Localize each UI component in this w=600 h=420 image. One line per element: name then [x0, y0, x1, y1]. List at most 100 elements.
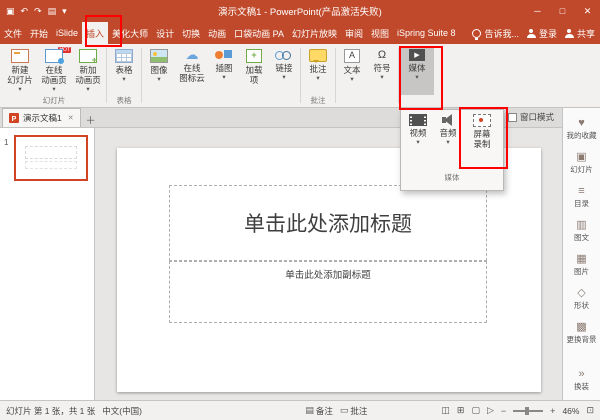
minimize-button[interactable]: ─: [525, 0, 550, 22]
notes-toggle[interactable]: ▤ 备注: [305, 405, 333, 417]
tab-file[interactable]: 文件: [0, 22, 26, 44]
title-placeholder[interactable]: 单击此处添加标题: [169, 185, 487, 261]
sidebar-item-text-image[interactable]: ▥ 图文: [563, 214, 600, 248]
dropdown-arrow-icon: ▾: [446, 138, 449, 147]
sidebar-item-slides[interactable]: ▣ 幻灯片: [563, 146, 600, 180]
comment-icon: [309, 49, 327, 62]
annotation-box-media-button: [399, 46, 443, 110]
links-button[interactable]: 链接 ▾: [269, 47, 299, 95]
redo-icon[interactable]: ↷: [34, 0, 42, 22]
sidebar-label: 我的收藏: [567, 130, 597, 141]
group-comments: 批注 ▾ 批注: [301, 44, 335, 107]
slide-thumbnail[interactable]: [14, 135, 88, 181]
favorites-icon: ♥: [578, 118, 585, 129]
sidebar-item-change-background[interactable]: ▩ 更换背景: [563, 316, 600, 350]
share-button[interactable]: 共享: [565, 27, 595, 40]
tab-animations[interactable]: 动画: [204, 22, 230, 44]
label: 图标云: [179, 73, 205, 83]
maximize-button[interactable]: □: [550, 0, 575, 22]
sidebar-label: 换装: [574, 381, 589, 392]
online-page-icon: [45, 49, 63, 63]
text-box-button[interactable]: 文本 ▾: [337, 47, 367, 95]
qat-customize-icon[interactable]: ▾: [62, 0, 67, 22]
document-tab[interactable]: 演示文稿1 ✕: [2, 108, 81, 127]
reading-view-icon[interactable]: ▢: [471, 405, 480, 416]
tab-transitions[interactable]: 切换: [178, 22, 204, 44]
normal-view-icon[interactable]: ◫: [441, 405, 450, 416]
save-icon[interactable]: ▣: [6, 0, 15, 22]
dropdown-arrow-icon: ▾: [282, 73, 285, 82]
zoom-slider[interactable]: [513, 410, 543, 412]
table-button[interactable]: 表格 ▾: [108, 47, 140, 95]
zoom-level[interactable]: 46%: [562, 406, 579, 416]
sign-in-button[interactable]: 登录: [527, 27, 557, 40]
label: 动画页: [75, 75, 101, 85]
comments-label: 批注: [350, 405, 367, 417]
zoom-out-icon[interactable]: −: [501, 406, 506, 416]
tab-islide[interactable]: iSlide: [52, 22, 82, 44]
start-slideshow-icon[interactable]: ▤: [48, 0, 57, 22]
addins-button[interactable]: 加载 项: [239, 47, 269, 95]
symbols-button[interactable]: 符号 ▾: [367, 47, 397, 95]
online-animation-page-button[interactable]: HOT 在线 动画页 ▾: [37, 47, 71, 95]
share-person-icon: [565, 29, 574, 38]
subtitle-placeholder[interactable]: 单击此处添加副标题: [169, 261, 487, 323]
collapse-icon: »: [578, 369, 584, 380]
text-image-icon: ▥: [576, 220, 586, 231]
close-button[interactable]: ✕: [575, 0, 600, 22]
tab-slideshow[interactable]: 幻灯片放映: [288, 22, 341, 44]
slideshow-view-icon[interactable]: ▷: [487, 405, 494, 416]
annotation-box-insert-tab: [85, 15, 122, 47]
close-tab-icon[interactable]: ✕: [66, 114, 74, 122]
images-icon: [150, 49, 168, 63]
dropdown-arrow-icon: ▾: [52, 85, 55, 94]
audio-icon: [440, 114, 456, 126]
sidebar-label: 目录: [574, 198, 589, 209]
slide-number: 1: [4, 138, 8, 147]
tell-me-box[interactable]: 告诉我...: [472, 27, 519, 40]
language-status[interactable]: 中文(中国): [102, 405, 142, 417]
add-animation-page-button[interactable]: 新加 动画页 ▾: [71, 47, 105, 95]
sidebar-label: 形状: [574, 300, 589, 311]
sidebar-item-pictures[interactable]: ▦ 图片: [563, 248, 600, 282]
symbols-icon: [374, 49, 390, 61]
tab-design[interactable]: 设计: [152, 22, 178, 44]
dropdown-arrow-icon: ▾: [86, 85, 89, 94]
window-mode-option[interactable]: 窗口模式: [508, 111, 554, 123]
window-mode-label: 窗口模式: [520, 111, 554, 123]
tab-home[interactable]: 开始: [26, 22, 52, 44]
tab-review[interactable]: 审阅: [341, 22, 367, 44]
icon-cloud-icon: [183, 49, 201, 61]
sidebar-item-catalog[interactable]: ≡ 目录: [563, 180, 600, 214]
illustrations-button[interactable]: 插图 ▾: [209, 47, 239, 95]
title-placeholder-text: 单击此处添加标题: [244, 208, 412, 238]
label: 图像: [150, 65, 167, 75]
sidebar-item-shapes[interactable]: ◇ 形状: [563, 282, 600, 316]
text-box-icon: [344, 49, 360, 63]
tab-ispring[interactable]: iSpring Suite 8: [393, 22, 460, 44]
sidebar-item-favorites[interactable]: ♥ 我的收藏: [563, 112, 600, 146]
tab-view[interactable]: 视图: [367, 22, 393, 44]
dropdown-arrow-icon: ▾: [157, 75, 160, 84]
zoom-in-icon[interactable]: +: [550, 406, 555, 416]
comment-button[interactable]: 批注 ▾: [302, 47, 334, 95]
insert-video-button[interactable]: 视频 ▾: [403, 112, 433, 170]
tab-pocket-animation[interactable]: 口袋动画 PA: [230, 22, 288, 44]
new-tab-button[interactable]: ＋: [83, 111, 99, 127]
slide-sorter-view-icon[interactable]: ⊞: [457, 405, 465, 416]
online-icon-cloud-button[interactable]: 在线 图标云: [175, 47, 209, 95]
label: 视频: [409, 128, 426, 138]
comments-toggle[interactable]: ▭ 批注: [340, 405, 368, 417]
background-icon: ▩: [576, 322, 586, 333]
sidebar-item-change-outfit[interactable]: » 换装: [563, 363, 600, 397]
undo-icon[interactable]: ↶: [21, 0, 29, 22]
media-group-label: 媒体: [403, 172, 501, 183]
dropdown-arrow-icon: ▾: [416, 138, 419, 147]
sidebar-label: 更换背景: [567, 334, 597, 345]
images-button[interactable]: 图像 ▾: [143, 47, 175, 95]
share-label: 共享: [577, 27, 595, 40]
powerpoint-window: ▣ ↶ ↷ ▤ ▾ 演示文稿1 - PowerPoint(产品激活失败) ─ □…: [0, 0, 600, 420]
fit-to-window-icon[interactable]: ⊡: [586, 405, 594, 416]
zoom-slider-thumb[interactable]: [525, 407, 529, 415]
new-slide-button[interactable]: 新建 幻灯片 ▾: [3, 47, 37, 95]
